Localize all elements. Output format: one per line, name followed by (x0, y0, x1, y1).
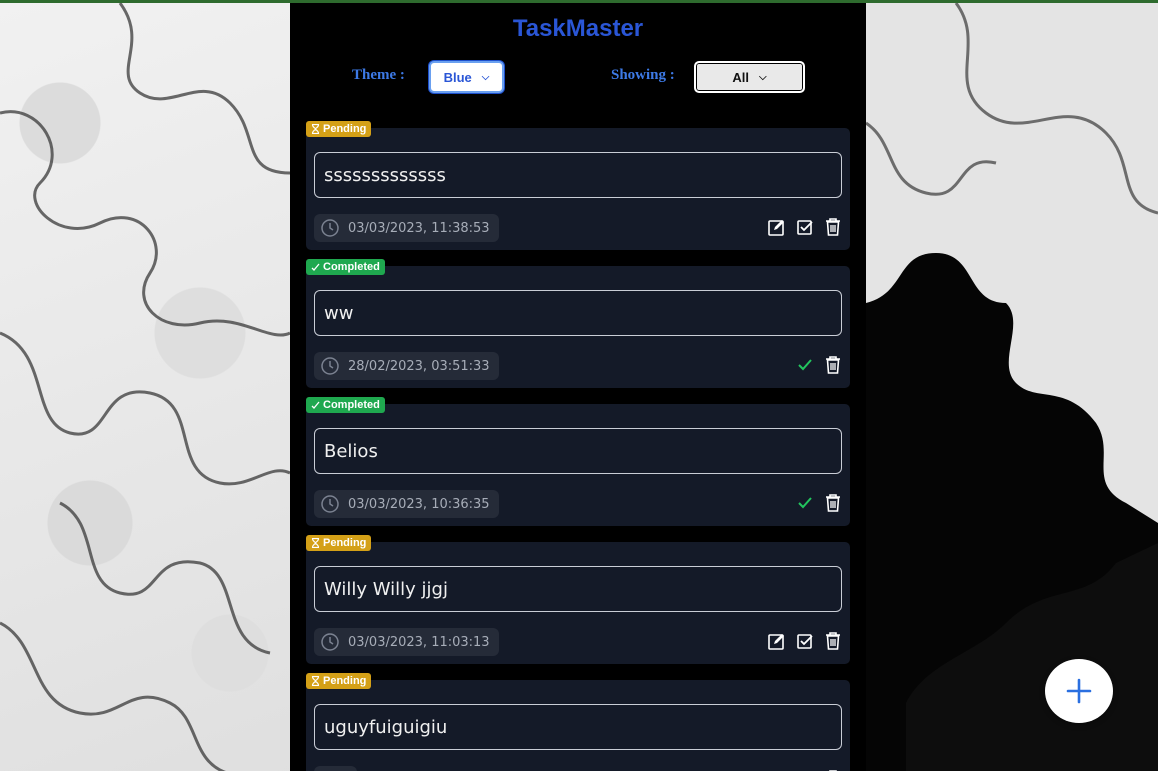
task-text-field[interactable]: Willy Willy jjgj (314, 566, 842, 612)
timestamp: 03/03/2023, 11:03:13 (314, 628, 499, 656)
hourglass-icon (311, 538, 320, 548)
hourglass-icon (311, 676, 320, 686)
timestamp-text: 03/03/2023, 10:36:35 (348, 496, 490, 512)
status-badge-label: Pending (323, 675, 367, 687)
puzzle-background-right (865, 2, 1158, 771)
task-panel: TaskMaster Theme : Blue ⌵ Showing : All … (290, 3, 866, 771)
theme-select[interactable]: Blue ⌵ (429, 61, 504, 93)
timestamp-text: 03/03/2023, 11:03:13 (348, 634, 490, 650)
theme-select-value: Blue (443, 69, 472, 85)
status-badge-label: Pending (323, 537, 367, 549)
filter-controls: Theme : Blue ⌵ Showing : All ⌵ (290, 61, 866, 93)
chevron-down-icon: ⌵ (481, 71, 490, 83)
clock-icon (321, 633, 339, 651)
timestamp-text: 28/02/2023, 03:51:33 (348, 358, 490, 374)
timestamp-text: 03/03/2023, 11:38:53 (348, 220, 490, 236)
trash-icon[interactable] (824, 493, 842, 513)
task-card: Pending Willy Willy jjgj 03/03/2023, 11:… (306, 535, 850, 664)
clock-icon (321, 495, 339, 513)
task-actions (796, 492, 842, 514)
task-actions (767, 216, 842, 238)
status-badge-label: Pending (323, 123, 367, 135)
task-card: Pending sssssssssssss 03/03/2023, 11:38:… (306, 121, 850, 250)
showing-label: Showing : (611, 67, 675, 83)
task-text-field[interactable]: ww (314, 290, 842, 336)
check-square-icon[interactable] (796, 632, 814, 650)
timestamp (314, 766, 357, 771)
task-actions (767, 630, 842, 652)
clock-icon (321, 219, 339, 237)
timestamp: 03/03/2023, 10:36:35 (314, 490, 499, 518)
status-badge: Pending (306, 121, 372, 137)
edit-icon[interactable] (767, 632, 786, 651)
check-icon (311, 401, 320, 409)
edit-icon[interactable] (767, 218, 786, 237)
check-icon[interactable] (796, 356, 814, 374)
task-text-field[interactable]: sssssssssssss (314, 152, 842, 198)
trash-icon[interactable] (824, 355, 842, 375)
status-badge: Completed (306, 397, 385, 413)
task-actions (796, 354, 842, 376)
task-card: Completed ww 28/02/2023, 03:51:33 (306, 259, 850, 388)
timestamp: 03/03/2023, 11:38:53 (314, 214, 499, 242)
status-badge-label: Completed (323, 261, 380, 273)
trash-icon[interactable] (824, 217, 842, 237)
task-text-field[interactable]: Belios (314, 428, 842, 474)
chevron-down-icon: ⌵ (759, 71, 767, 83)
showing-select-value: All (732, 69, 750, 85)
task-text-field[interactable]: uguyfuiguigiu (314, 704, 842, 750)
status-badge-label: Completed (323, 399, 380, 411)
showing-select[interactable]: All ⌵ (694, 61, 805, 93)
add-task-button[interactable] (1045, 659, 1113, 723)
app-title: TaskMaster (512, 15, 644, 42)
check-icon[interactable] (796, 494, 814, 512)
status-badge: Completed (306, 259, 385, 275)
status-badge: Pending (306, 673, 372, 689)
theme-label: Theme : (352, 67, 405, 83)
check-icon (311, 263, 320, 271)
clock-icon (321, 357, 339, 375)
timestamp: 28/02/2023, 03:51:33 (314, 352, 499, 380)
hourglass-icon (311, 124, 320, 134)
status-badge: Pending (306, 535, 372, 551)
check-square-icon[interactable] (796, 218, 814, 236)
plus-icon (1066, 678, 1092, 704)
task-card: Completed Belios 03/03/2023, 10:36:35 (306, 397, 850, 526)
trash-icon[interactable] (824, 631, 842, 651)
task-card: Pending uguyfuiguigiu (306, 673, 850, 771)
